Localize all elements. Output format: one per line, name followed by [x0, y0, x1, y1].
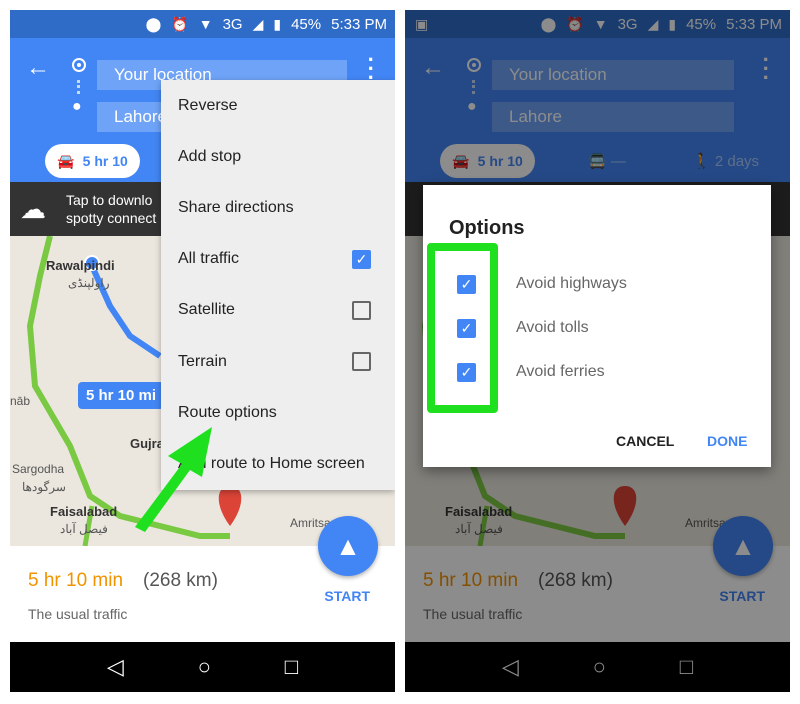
map-label-faisalabad-urdu: فیصل آباد	[60, 522, 108, 536]
green-highlight-annotation	[427, 243, 498, 413]
dialog-title: Options	[449, 217, 525, 239]
map-label-rawalpindi: Rawalpindi	[46, 258, 115, 273]
menu-label: Satellite	[178, 301, 235, 319]
clock: 5:33 PM	[331, 15, 387, 33]
recents-nav-icon[interactable]: □	[285, 654, 298, 680]
location-icon: ⬤	[145, 15, 162, 32]
menu-item-satellite[interactable]: Satellite	[161, 285, 395, 336]
back-arrow-icon[interactable]: ←	[26, 54, 50, 82]
cloud-off-icon: ☁	[20, 194, 46, 224]
route-dots	[77, 80, 80, 94]
home-nav-icon[interactable]: ○	[198, 654, 211, 680]
start-navigation-button[interactable]: ▲	[318, 516, 378, 576]
status-bar: ⬤ ⏰ ▼ 3G ◢ ▮ 45% 5:33 PM	[10, 10, 395, 38]
menu-item-add-stop[interactable]: Add stop	[161, 131, 395, 182]
option-label: Avoid tolls	[516, 319, 589, 336]
route-summary: 5 hr 10 min (268 km) The usual traffic ▲…	[10, 516, 395, 642]
route-time-badge[interactable]: 5 hr 10 mi	[78, 382, 165, 409]
distance: (268 km)	[143, 570, 218, 591]
option-label: Avoid ferries	[516, 363, 605, 380]
signal-icon: ◢	[252, 15, 264, 32]
menu-label: Reverse	[178, 96, 238, 114]
right-screen: ▣ ⬤ ⏰ ▼ 3G ◢ ▮ 45% 5:33 PM ← ● Your loca…	[405, 10, 790, 692]
drive-mode-tab[interactable]: 🚘 5 hr 10	[45, 144, 140, 178]
left-screen: ⬤ ⏰ ▼ 3G ◢ ▮ 45% 5:33 PM ← ● Your locati…	[10, 10, 395, 692]
cancel-button[interactable]: CANCEL	[616, 433, 674, 449]
car-icon: 🚘	[57, 152, 75, 169]
origin-icon	[72, 58, 86, 72]
map-label-nab: nāb	[10, 394, 31, 408]
menu-label: Add stop	[178, 147, 242, 165]
duration: 5 hr 10 min	[28, 570, 124, 591]
satellite-checkbox[interactable]	[352, 300, 371, 320]
map-label-sargodha: Sargodha	[12, 462, 65, 476]
network-type: 3G	[222, 15, 243, 33]
done-button[interactable]: DONE	[707, 433, 747, 449]
green-arrow-annotation	[135, 427, 212, 532]
options-dialog: Options ✓ Avoid highways ✓ Avoid tolls ✓…	[423, 185, 771, 467]
offline-text-1: Tap to downlo	[66, 192, 153, 208]
menu-label: All traffic	[178, 250, 240, 268]
menu-item-reverse[interactable]: Reverse	[161, 80, 395, 131]
map-label-faisalabad: Faisalabad	[50, 504, 118, 519]
option-label: Avoid highways	[516, 275, 627, 292]
start-label[interactable]: START	[324, 588, 370, 604]
menu-item-share-directions[interactable]: Share directions	[161, 182, 395, 233]
drive-time: 5 hr 10	[82, 153, 128, 169]
back-nav-icon[interactable]: ◁	[107, 654, 124, 680]
offline-text-2: spotty connect	[66, 210, 157, 226]
menu-item-terrain[interactable]: Terrain	[161, 336, 395, 387]
more-options-icon[interactable]: · · ·	[368, 48, 375, 88]
battery-icon: ▮	[273, 15, 282, 32]
alarm-icon: ⏰	[171, 15, 189, 32]
menu-item-all-traffic[interactable]: All traffic ✓	[161, 234, 395, 285]
system-nav-bar: ◁ ○ □	[10, 642, 395, 692]
navigation-arrow-icon: ▲	[335, 530, 361, 561]
wifi-icon: ▼	[198, 16, 213, 32]
map-label-rawalpindi-urdu: راولپنڈی	[68, 276, 110, 290]
battery-level: 45%	[291, 15, 322, 33]
destination-pin-icon: ●	[72, 98, 82, 115]
menu-label: Route options	[178, 403, 277, 421]
menu-label: Terrain	[178, 352, 227, 370]
terrain-checkbox[interactable]	[352, 352, 371, 372]
all-traffic-checkbox[interactable]: ✓	[352, 249, 371, 269]
menu-label: Share directions	[178, 198, 294, 216]
map-label-sargodha-urdu: سرگودھا	[22, 480, 66, 494]
traffic-status: The usual traffic	[28, 606, 128, 622]
